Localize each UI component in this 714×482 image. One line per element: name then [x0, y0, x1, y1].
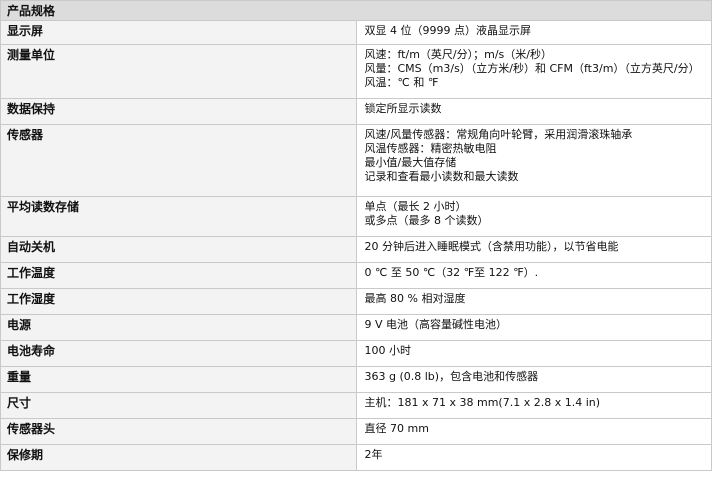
row-value: 直径 70 mm [356, 418, 712, 445]
table-row: 电源 9 V 电池（高容量碱性电池） [0, 314, 712, 341]
row-value: 9 V 电池（高容量碱性电池） [356, 314, 712, 341]
table-row: 显示屏 双显 4 位（9999 点）液晶显示屏 [0, 20, 712, 45]
value-line: 363 g (0.8 lb)，包含电池和传感器 [364, 370, 539, 383]
row-value: 双显 4 位（9999 点）液晶显示屏 [356, 20, 712, 45]
row-label: 自动关机 [0, 236, 357, 263]
row-label: 电源 [0, 314, 357, 341]
table-row: 测量单位 风速：ft/m（英尺/分）；m/s（米/秒） 风量：CMS（m3/s）… [0, 44, 712, 99]
table-row: 尺寸 主机：181 x 71 x 38 mm(7.1 x 2.8 x 1.4 i… [0, 392, 712, 419]
row-value: 363 g (0.8 lb)，包含电池和传感器 [356, 366, 712, 393]
row-label: 尺寸 [0, 392, 357, 419]
table-row: 电池寿命 100 小时 [0, 340, 712, 367]
value-line: 或多点（最多 8 个读数） [364, 214, 489, 227]
table-row: 重量 363 g (0.8 lb)，包含电池和传感器 [0, 366, 712, 393]
table-row: 保修期 2年 [0, 444, 712, 471]
value-line: 20 分钟后进入睡眠模式（含禁用功能），以节省电能 [364, 240, 619, 253]
value-line: 直径 70 mm [364, 422, 429, 435]
row-label: 工作温度 [0, 262, 357, 289]
row-label: 保修期 [0, 444, 357, 471]
table-row: 工作湿度 最高 80 % 相对湿度 [0, 288, 712, 315]
value-line: 风速：ft/m（英尺/分）；m/s（米/秒） [364, 48, 552, 61]
row-label: 测量单位 [0, 44, 357, 99]
value-line: 风温：℃ 和 ℉ [364, 76, 439, 89]
row-value: 单点（最长 2 小时） 或多点（最多 8 个读数） [356, 196, 712, 237]
table-row: 工作温度 0 ℃ 至 50 ℃（32 ℉至 122 ℉）. [0, 262, 712, 289]
table-row: 传感器头 直径 70 mm [0, 418, 712, 445]
spec-header-row: 产品规格 [0, 0, 712, 21]
value-line: 0 ℃ 至 50 ℃（32 ℉至 122 ℉）. [364, 266, 539, 279]
row-value: 2年 [356, 444, 712, 471]
row-label: 数据保持 [0, 98, 357, 125]
table-row: 自动关机 20 分钟后进入睡眠模式（含禁用功能），以节省电能 [0, 236, 712, 263]
row-label: 平均读数存储 [0, 196, 357, 237]
value-line: 9 V 电池（高容量碱性电池） [364, 318, 508, 331]
row-label: 传感器 [0, 124, 357, 197]
value-line: 单点（最长 2 小时） [364, 200, 467, 213]
row-value: 风速：ft/m（英尺/分）；m/s（米/秒） 风量：CMS（m3/s）（立方米/… [356, 44, 712, 99]
table-row: 数据保持 锁定所显示读数 [0, 98, 712, 125]
value-line: 最高 80 % 相对湿度 [364, 292, 466, 305]
spec-table: 产品规格 显示屏 双显 4 位（9999 点）液晶显示屏 测量单位 风速：ft/… [0, 0, 712, 471]
value-line: 记录和查看最小读数和最大读数 [364, 170, 519, 183]
value-line: 锁定所显示读数 [364, 102, 442, 115]
row-label: 传感器头 [0, 418, 357, 445]
row-value: 主机：181 x 71 x 38 mm(7.1 x 2.8 x 1.4 in) [356, 392, 712, 419]
row-value: 20 分钟后进入睡眠模式（含禁用功能），以节省电能 [356, 236, 712, 263]
row-value: 风速/风量传感器：常规角向叶轮臂，采用润滑滚珠轴承 风温传感器：精密热敏电阻 最… [356, 124, 712, 197]
value-line: 风量：CMS（m3/s）（立方米/秒）和 CFM（ft3/m）（立方英尺/分） [364, 62, 700, 75]
row-label: 显示屏 [0, 20, 357, 45]
row-value: 最高 80 % 相对湿度 [356, 288, 712, 315]
row-label: 重量 [0, 366, 357, 393]
row-value: 100 小时 [356, 340, 712, 367]
table-row: 传感器 风速/风量传感器：常规角向叶轮臂，采用润滑滚珠轴承 风温传感器：精密热敏… [0, 124, 712, 197]
value-line: 100 小时 [364, 344, 412, 357]
value-line: 最小值/最大值存储 [364, 156, 457, 169]
value-line: 主机：181 x 71 x 38 mm(7.1 x 2.8 x 1.4 in) [364, 396, 601, 409]
table-row: 平均读数存储 单点（最长 2 小时） 或多点（最多 8 个读数） [0, 196, 712, 237]
value-line: 双显 4 位（9999 点）液晶显示屏 [364, 24, 531, 37]
row-label: 工作湿度 [0, 288, 357, 315]
row-value: 锁定所显示读数 [356, 98, 712, 125]
value-line: 2年 [364, 448, 383, 461]
value-line: 风温传感器：精密热敏电阻 [364, 142, 497, 155]
value-line: 风速/风量传感器：常规角向叶轮臂，采用润滑滚珠轴承 [364, 128, 633, 141]
row-value: 0 ℃ 至 50 ℃（32 ℉至 122 ℉）. [356, 262, 712, 289]
row-label: 电池寿命 [0, 340, 357, 367]
spec-header: 产品规格 [0, 0, 712, 21]
